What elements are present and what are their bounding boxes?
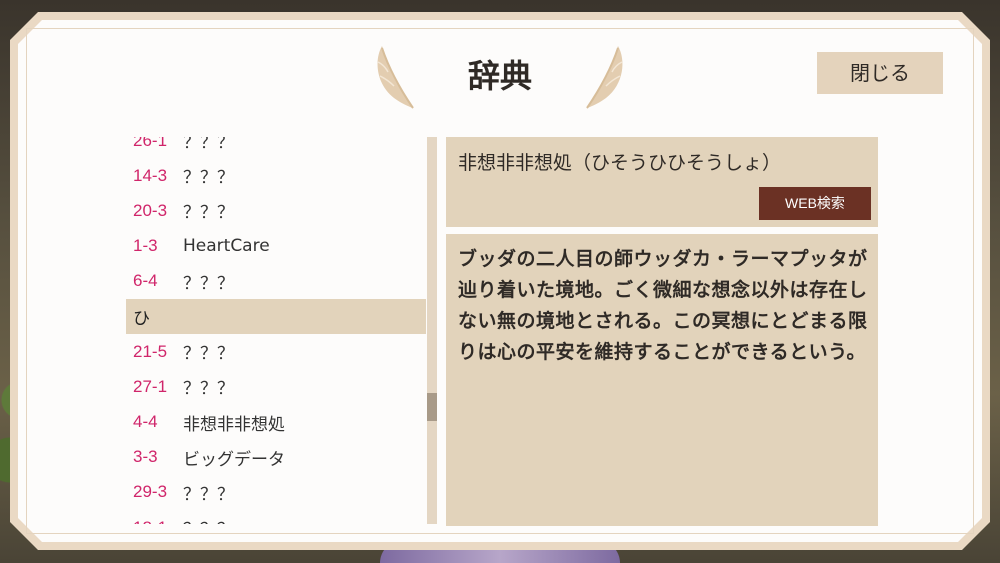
entry-term: ？？？: [183, 484, 234, 505]
entry-code: 6-4: [133, 271, 158, 291]
entry-code: 18-1: [133, 518, 183, 524]
web-search-button[interactable]: WEB検索: [759, 187, 871, 220]
entry-term: ？？？: [183, 273, 234, 294]
entry-code: 26-1: [133, 137, 168, 150]
list-item[interactable]: 27-1 ？？？: [126, 369, 426, 404]
page-title: 辞典: [467, 57, 532, 95]
entry-code: 4-4: [133, 412, 158, 432]
entry-code: 27-1: [133, 376, 168, 396]
entry-term: HeartCare: [183, 236, 270, 257]
entry-code: 21-5: [133, 341, 168, 361]
list-section-header[interactable]: ひ: [126, 298, 426, 335]
entry-code: 3-3: [133, 447, 158, 467]
entry-term: ？？？: [183, 515, 234, 524]
list-item[interactable]: 1-3 HeartCare: [126, 229, 426, 264]
list-scrollbar-thumb[interactable]: [427, 393, 437, 421]
list-item[interactable]: 29-3 ？？？: [126, 475, 426, 510]
entry-term: 非想非非想処: [183, 414, 285, 435]
laurel-leaf-icon: [586, 46, 623, 110]
entry-term: ？？？: [183, 168, 234, 189]
list-item[interactable]: 6-4 ？？？: [126, 264, 426, 299]
term-description: ブッダの二人目の師ウッダカ・ラーマプッタが辿り着いた境地。ごく微細な想念以外は存…: [458, 248, 868, 363]
list-item[interactable]: 3-3 ビッグデータ: [126, 440, 426, 475]
entry-term: ？？？: [183, 379, 234, 400]
close-button[interactable]: 閉じる: [817, 52, 943, 94]
entry-term: ？？？: [183, 344, 234, 365]
list-item[interactable]: 18-1？？？: [126, 510, 426, 524]
list-item[interactable]: 14-3 ？？？: [126, 158, 426, 193]
laurel-leaf-icon: [377, 46, 414, 110]
entry-code: 20-3: [133, 200, 168, 220]
entry-term: ビッグデータ: [183, 449, 285, 470]
term-title: 非想非非想処（ひそうひひそうしょ）: [458, 152, 782, 174]
list-item[interactable]: 20-3 ？？？: [126, 193, 426, 228]
list-item[interactable]: 21-5 ？？？: [126, 334, 426, 369]
dictionary-list[interactable]: 26-1 ？？？ 14-3 ？？？ 20-3 ？？？ 1-3 HeartCare 6-4 ？？？ ひ…: [126, 137, 426, 524]
entry-term: ？？？: [183, 137, 234, 154]
entry-term: ？？？: [183, 203, 234, 224]
list-item[interactable]: 4-4 非想非非想処: [126, 405, 426, 440]
dictionary-list-content: 26-1 ？？？ 14-3 ？？？ 20-3 ？？？ 1-3 HeartCare 6-4 ？？？ ひ…: [126, 137, 426, 524]
list-scrollbar[interactable]: [427, 137, 437, 524]
entry-code: 1-3: [133, 236, 158, 256]
entry-code: 14-3: [133, 165, 168, 185]
list-item[interactable]: 26-1 ？？？: [126, 137, 426, 158]
entry-code: 29-3: [133, 482, 168, 502]
